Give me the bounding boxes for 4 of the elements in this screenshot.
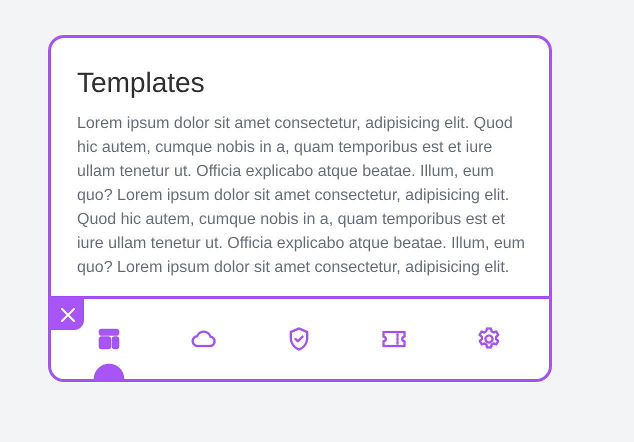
- close-icon: [60, 306, 76, 322]
- body-text: Lorem ipsum dolor sit amet consectetur, adipisicing elit. Quod hic autem, cumque nobis in a, quam temporibus est et iure ullam tenetur ut. Officia explicabo atque beatae. Illum, eum quo? Lorem ipsum dolor sit amet consectetur, adipisicing elit. Quod hic autem, cumque nobis in a, quam temporibus est et iure ullam tenetur ut. Officia explicabo atque beatae. Illum, eum quo? Lorem ipsum dolor sit amet consectetur, adipisicing elit.: [77, 114, 525, 278]
- card-title: Templates: [77, 66, 206, 100]
- close-button[interactable]: [51, 299, 84, 330]
